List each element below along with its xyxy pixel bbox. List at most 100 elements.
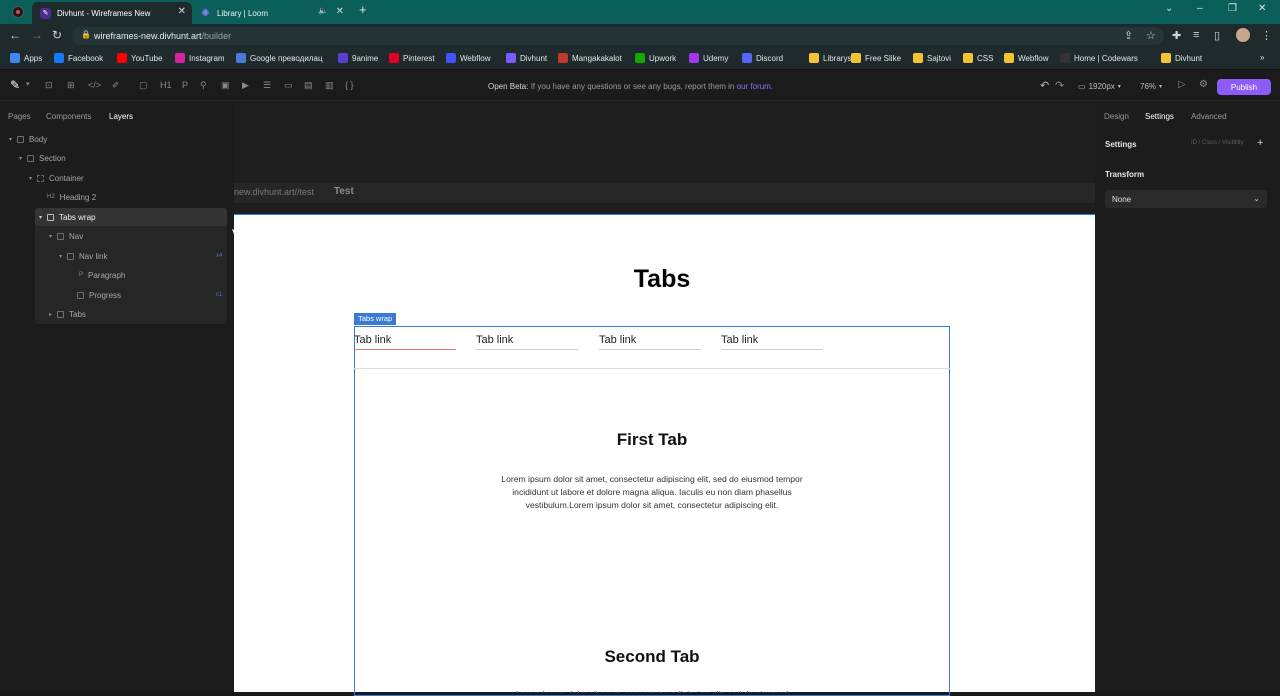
- tab-components[interactable]: Components: [46, 112, 91, 121]
- bookmark-item[interactable]: 9anime: [338, 53, 378, 63]
- tab-link-2[interactable]: Tab link: [476, 334, 578, 350]
- caret-down-icon[interactable]: ▾: [59, 253, 67, 260]
- layer-progress[interactable]: Progress: [77, 287, 121, 303]
- settings-gear-icon[interactable]: ⚙: [1199, 79, 1208, 90]
- tab-settings[interactable]: Settings: [1145, 112, 1174, 121]
- tab-link-3[interactable]: Tab link: [599, 334, 701, 350]
- new-tab-icon[interactable]: +: [359, 2, 367, 17]
- caret-down-icon[interactable]: ▾: [29, 175, 37, 182]
- extensions-icon[interactable]: ✚: [1172, 29, 1181, 42]
- profile-avatar[interactable]: [1236, 28, 1250, 42]
- bookmark-item[interactable]: Facebook: [54, 53, 103, 63]
- bookmark-item[interactable]: YouTube: [117, 53, 162, 63]
- caret-down-icon[interactable]: ▾: [49, 233, 57, 240]
- link-tool-icon[interactable]: ⚲: [200, 80, 207, 91]
- reload-icon[interactable]: ↻: [52, 28, 62, 42]
- tab-design[interactable]: Design: [1104, 112, 1129, 121]
- style-brush-icon[interactable]: ✐: [112, 80, 120, 91]
- side-panel-icon[interactable]: ▯: [1214, 29, 1220, 42]
- bookmark-item[interactable]: Divhunt: [506, 53, 547, 63]
- speaker-icon[interactable]: 🔈: [318, 6, 328, 15]
- second-tab-title[interactable]: Second Tab: [552, 647, 752, 667]
- bookmark-item[interactable]: Librarys: [809, 53, 851, 63]
- layer-tabs[interactable]: ▸ Tabs: [49, 306, 86, 322]
- menu-dots-icon[interactable]: ⋮: [1261, 29, 1272, 42]
- form-tool-icon[interactable]: ▭: [284, 80, 293, 91]
- layer-heading-2[interactable]: H2 Heading 2: [47, 189, 96, 205]
- tab-link-4[interactable]: Tab link: [721, 334, 823, 350]
- divhunt-logo-icon[interactable]: ✎: [10, 78, 20, 92]
- tab-pages[interactable]: Pages: [8, 112, 31, 121]
- bookmark-item[interactable]: Webflow: [446, 53, 491, 63]
- restore-icon[interactable]: ❐: [1228, 3, 1237, 14]
- page-tool-icon[interactable]: ▤: [304, 80, 313, 91]
- paragraph-tool-icon[interactable]: P: [182, 80, 188, 90]
- caret-right-icon[interactable]: ▸: [49, 311, 57, 318]
- transform-select[interactable]: None ⌄: [1105, 190, 1267, 208]
- minimize-icon[interactable]: –: [1197, 3, 1203, 14]
- url-field[interactable]: 🔒 wireframes-new.divhunt.art/builder: [72, 27, 1164, 45]
- preview-play-icon[interactable]: ▷: [1178, 79, 1186, 90]
- bookmark-item[interactable]: Discord: [742, 53, 783, 63]
- layer-section[interactable]: ▾ Section: [19, 150, 66, 166]
- layer-nav[interactable]: ▾ Nav: [49, 228, 83, 244]
- more-bookmarks-icon[interactable]: »: [1260, 53, 1264, 62]
- embed-tool-icon[interactable]: { }: [345, 80, 354, 90]
- div-block-icon[interactable]: ▢: [139, 80, 148, 91]
- page-canvas[interactable]: Tabs Tabs wrap Tab link Tab link Tab lin…: [234, 214, 1095, 696]
- second-tab-paragraph[interactable]: Lorem ipsum dolor sit amet, consectetur …: [492, 689, 812, 693]
- close-tab-icon[interactable]: ✕: [336, 6, 344, 17]
- tabs-heading[interactable]: Tabs: [622, 265, 702, 294]
- tab-link-1[interactable]: Tab link: [354, 334, 456, 350]
- bookmark-item[interactable]: Divhunt: [1161, 53, 1202, 63]
- bookmark-item[interactable]: Mangakakalot: [558, 53, 622, 63]
- add-setting-icon[interactable]: +: [1257, 137, 1263, 149]
- undo-icon[interactable]: ↶: [1040, 79, 1049, 92]
- record-icon[interactable]: [12, 6, 24, 18]
- bookmark-item[interactable]: Pinterest: [389, 53, 435, 63]
- layer-body[interactable]: ▾ Body: [9, 131, 47, 147]
- forum-link[interactable]: our forum.: [737, 82, 773, 91]
- tab-search-icon[interactable]: ⌄: [1165, 3, 1173, 14]
- browser-tab-loom[interactable]: ✺ Library | Loom 🔈 ✕: [192, 2, 350, 24]
- layer-tabs-wrap[interactable]: ▾ Tabs wrap: [39, 209, 95, 225]
- share-icon[interactable]: ⇪: [1124, 29, 1133, 42]
- list-tool-icon[interactable]: ☰: [263, 80, 271, 91]
- bookmark-item[interactable]: Upwork: [635, 53, 676, 63]
- bookmark-item[interactable]: Home | Codewars: [1060, 53, 1138, 63]
- bookmark-item[interactable]: Sajtovi: [913, 53, 951, 63]
- first-tab-title[interactable]: First Tab: [552, 430, 752, 450]
- caret-down-icon[interactable]: ▾: [9, 136, 17, 143]
- reading-list-icon[interactable]: ≡: [1193, 29, 1199, 41]
- layer-container[interactable]: ▾ Container: [29, 170, 84, 186]
- select-tool-icon[interactable]: ⊡: [45, 80, 53, 91]
- caret-down-icon[interactable]: ▾: [39, 214, 47, 221]
- heading-tool-icon[interactable]: H1: [160, 80, 172, 90]
- bookmark-item[interactable]: Google преводилац: [236, 53, 323, 63]
- tab-advanced[interactable]: Advanced: [1191, 112, 1227, 121]
- caret-down-icon[interactable]: ▾: [19, 155, 27, 162]
- logo-chevron-icon[interactable]: ▾: [26, 80, 30, 88]
- bookmark-item[interactable]: Webflow: [1004, 53, 1049, 63]
- publish-button[interactable]: Publish: [1217, 79, 1271, 95]
- components-tool-icon[interactable]: ⊞: [67, 80, 75, 91]
- browser-tab-divhunt[interactable]: ✎ Divhunt - Wireframes New ✕: [32, 2, 192, 24]
- layer-paragraph[interactable]: P Paragraph: [79, 267, 125, 283]
- bookmark-item[interactable]: Apps: [10, 53, 42, 63]
- viewport-select[interactable]: ▭ 1920px ▾: [1078, 79, 1121, 94]
- close-tab-icon[interactable]: ✕: [178, 6, 186, 17]
- redo-icon[interactable]: ↷: [1055, 79, 1064, 92]
- zoom-select[interactable]: 76% ▾: [1140, 79, 1162, 94]
- layer-nav-link[interactable]: ▾ Nav link: [59, 248, 107, 264]
- bookmark-item[interactable]: Instagram: [175, 53, 225, 63]
- back-icon[interactable]: ←: [9, 28, 21, 42]
- bookmark-star-icon[interactable]: ☆: [1146, 29, 1156, 42]
- forward-icon[interactable]: →: [31, 28, 43, 42]
- tab-layers[interactable]: Layers: [109, 112, 133, 121]
- selected-element-label[interactable]: Tabs wrap: [354, 313, 397, 325]
- bookmark-item[interactable]: CSS: [963, 53, 993, 63]
- code-tool-icon[interactable]: </>: [88, 80, 101, 90]
- close-window-icon[interactable]: ✕: [1258, 3, 1266, 14]
- bookmark-item[interactable]: Udemy: [689, 53, 728, 63]
- image-tool-icon[interactable]: ▣: [221, 80, 230, 91]
